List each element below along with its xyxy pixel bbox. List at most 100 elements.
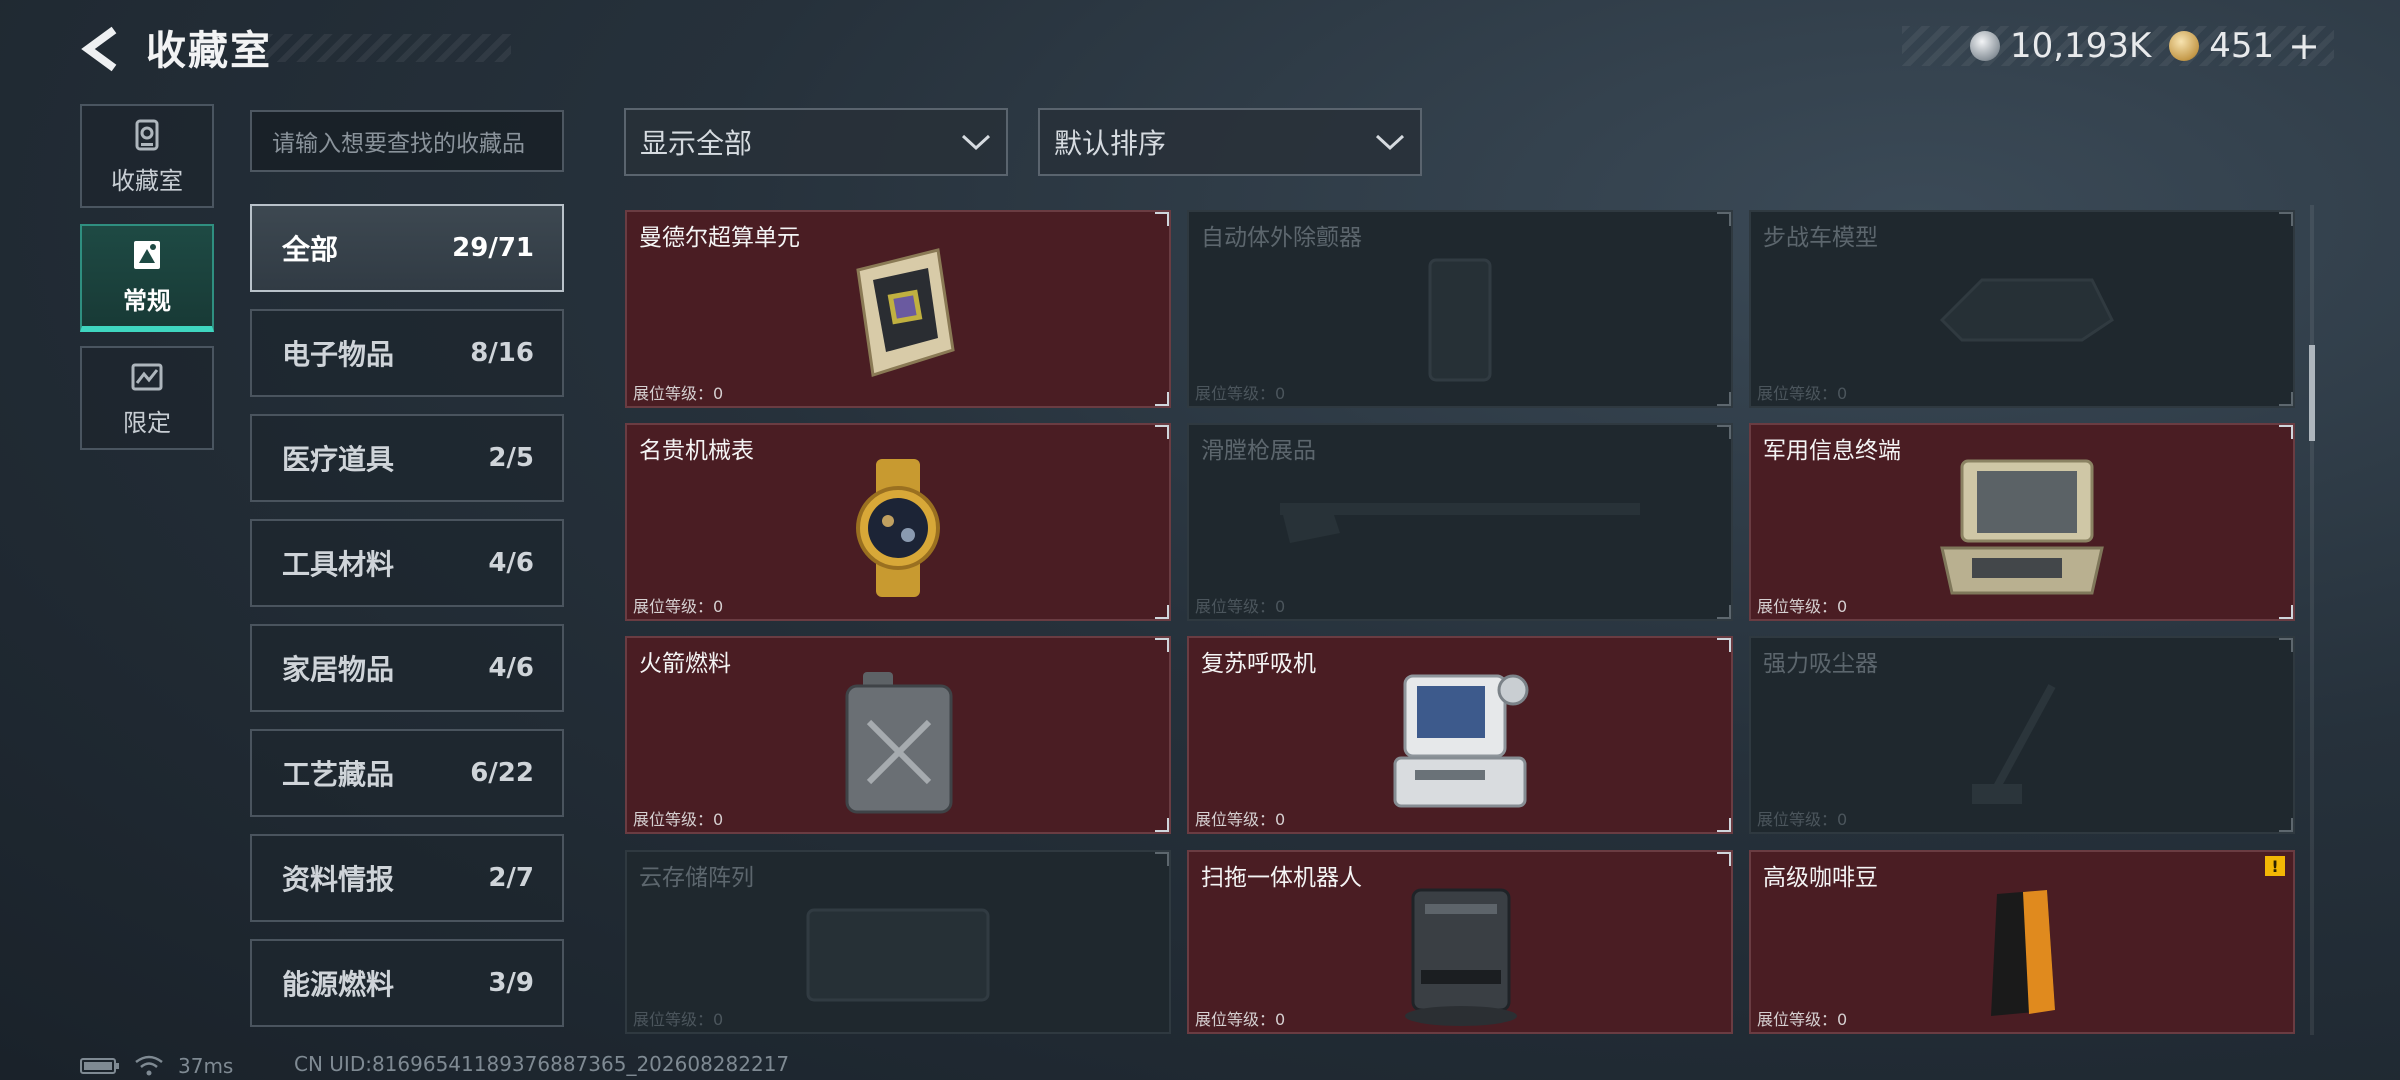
category-tools[interactable]: 工具材料 4/6 <box>250 519 564 607</box>
ifv-model-image <box>1939 278 2114 342</box>
nav-regular[interactable]: 常规 <box>80 224 214 332</box>
nav-vault[interactable]: 收藏室 <box>80 104 214 208</box>
category-electronics[interactable]: 电子物品 8/16 <box>250 309 564 397</box>
collection-item-card[interactable]: 复苏呼吸机 展位等级：0 <box>1187 636 1733 834</box>
category-energy[interactable]: 能源燃料 3/9 <box>250 939 564 1027</box>
collection-item-card[interactable]: 自动体外除颤器 展位等级：0 <box>1187 210 1733 408</box>
corner-mark <box>1155 212 1169 226</box>
item-name: 扫拖一体机器人 <box>1201 865 1362 891</box>
nav-limited[interactable]: 限定 <box>80 346 214 450</box>
item-name: 强力吸尘器 <box>1763 651 1878 677</box>
ping-value: 37ms <box>178 1054 234 1078</box>
corner-mark <box>2279 392 2293 406</box>
back-arrow-icon <box>81 26 117 72</box>
corner-mark <box>2279 605 2293 619</box>
wifi-icon <box>135 1055 163 1076</box>
category-crafts[interactable]: 工艺藏品 6/22 <box>250 729 564 817</box>
corner-mark <box>1155 392 1169 406</box>
limited-icon <box>131 363 163 390</box>
collection-item-card[interactable]: 扫拖一体机器人 展位等级：0 <box>1187 850 1733 1034</box>
collection-item-card[interactable]: 军用信息终端 展位等级：0 <box>1749 423 2295 621</box>
collection-item-card[interactable]: 滑膛枪展品 展位等级：0 <box>1187 423 1733 621</box>
display-level: 展位等级：0 <box>633 810 724 829</box>
rocket-fuel-can-image <box>845 672 953 814</box>
collection-item-card[interactable]: 高级咖啡豆 ! 展位等级：0 <box>1749 850 2295 1034</box>
corner-mark <box>2279 818 2293 832</box>
page-title: 收藏室 <box>146 28 272 74</box>
item-name: 步战车模型 <box>1763 225 1878 251</box>
display-level: 展位等级：0 <box>1195 1010 1286 1029</box>
nav-limited-label: 限定 <box>123 408 171 437</box>
vault-icon <box>135 119 159 150</box>
defibrillator-image <box>1428 258 1492 382</box>
musket-exhibit-image <box>1280 503 1640 543</box>
category-count: 4/6 <box>488 548 534 578</box>
search-input[interactable]: 请输入想要查找的收藏品 <box>250 110 564 172</box>
supercomputer-unit-image <box>856 248 955 377</box>
sort-dropdown[interactable]: 默认排序 <box>1038 108 1422 176</box>
display-level: 展位等级：0 <box>1195 597 1286 616</box>
add-currency-button[interactable]: + <box>2288 24 2320 68</box>
category-name: 家居物品 <box>282 653 395 686</box>
category-count: 4/6 <box>488 653 534 683</box>
currency-bar: 10,193K 451 + <box>1902 24 2334 68</box>
category-household[interactable]: 家居物品 4/6 <box>250 624 564 712</box>
display-level: 展位等级：0 <box>1757 1010 1848 1029</box>
show-filter-value: 显示全部 <box>640 127 753 160</box>
silver-amount: 10,193K <box>2009 26 2152 66</box>
category-intel[interactable]: 资料情报 2/7 <box>250 834 564 922</box>
nav-vault-label: 收藏室 <box>111 166 183 195</box>
collection-item-card[interactable]: 云存储阵列 展位等级：0 <box>625 850 1171 1034</box>
category-all[interactable]: 全部 29/71 <box>250 204 564 292</box>
status-footer: 37ms <box>80 1052 233 1080</box>
category-name: 能源燃料 <box>282 968 395 1001</box>
collection-item-card[interactable]: 强力吸尘器 展位等级：0 <box>1749 636 2295 834</box>
display-level: 展位等级：0 <box>1195 810 1286 829</box>
resuscitator-image <box>1393 674 1529 808</box>
battery-icon <box>80 1058 119 1074</box>
corner-mark <box>1717 425 1731 439</box>
category-count: 29/71 <box>452 233 534 263</box>
corner-mark <box>1717 605 1731 619</box>
show-filter-dropdown[interactable]: 显示全部 <box>624 108 1008 176</box>
user-uid: CN UID:81696541189376887365_202608282217 <box>294 1052 790 1076</box>
vacuum-cleaner-image <box>1972 684 2056 804</box>
category-name: 电子物品 <box>282 338 395 371</box>
display-level: 展位等级：0 <box>1195 384 1286 403</box>
grid-scrollbar-track[interactable] <box>2310 205 2314 1035</box>
display-level: 展位等级：0 <box>633 597 724 616</box>
collection-item-card[interactable]: 火箭燃料 展位等级：0 <box>625 636 1171 834</box>
collection-item-card[interactable]: 曼德尔超算单元 展位等级：0 <box>625 210 1171 408</box>
grid-scrollbar-thumb[interactable] <box>2309 345 2315 441</box>
coffee-beans-image <box>1991 890 2055 1016</box>
corner-mark <box>2279 638 2293 652</box>
corner-mark <box>1717 212 1731 226</box>
category-medical[interactable]: 医疗道具 2/5 <box>250 414 564 502</box>
display-level: 展位等级：0 <box>1757 597 1848 616</box>
sort-value: 默认排序 <box>1054 127 1167 160</box>
corner-mark <box>1155 852 1169 866</box>
display-level: 展位等级：0 <box>633 1010 724 1029</box>
military-terminal-image <box>1940 459 2104 595</box>
collection-item-card[interactable]: 名贵机械表 展位等级：0 <box>625 423 1171 621</box>
corner-mark <box>1155 818 1169 832</box>
chevron-down-icon <box>1375 134 1405 151</box>
category-count: 2/5 <box>488 443 534 473</box>
corner-mark <box>1717 852 1731 866</box>
luxury-watch-image <box>856 459 940 597</box>
collection-item-card[interactable]: 步战车模型 展位等级：0 <box>1749 210 2295 408</box>
item-name: 火箭燃料 <box>639 651 731 677</box>
category-count: 2/7 <box>488 863 534 893</box>
category-name: 医疗道具 <box>282 443 395 476</box>
category-count: 8/16 <box>470 338 534 368</box>
corner-mark <box>2279 425 2293 439</box>
nav-regular-label: 常规 <box>123 286 171 315</box>
back-button[interactable] <box>78 24 122 74</box>
corner-mark <box>2279 212 2293 226</box>
item-name: 名贵机械表 <box>639 438 754 464</box>
silver-coin-icon <box>1969 31 2000 61</box>
gold-currency[interactable]: 451 + <box>2169 24 2320 68</box>
category-count: 6/22 <box>470 758 534 788</box>
display-level: 展位等级：0 <box>1757 384 1848 403</box>
corner-mark <box>1717 818 1731 832</box>
